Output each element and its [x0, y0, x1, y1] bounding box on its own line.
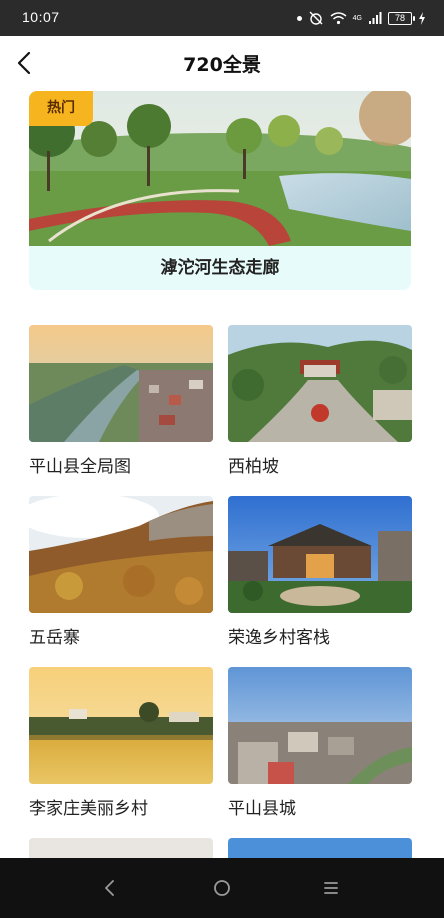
place-thumbnail [228, 325, 412, 442]
place-name: 五岳寨 [29, 628, 80, 648]
status-icons: 4G 78 [296, 9, 426, 27]
circle-home-icon [214, 880, 230, 896]
place-thumbnail [228, 667, 412, 784]
place-card[interactable]: 李家庄美丽乡村 [29, 667, 213, 819]
nav-back-button[interactable] [98, 876, 122, 900]
status-time: 10:07 [22, 9, 60, 25]
place-name: 平山县全局图 [29, 457, 131, 477]
place-thumbnail [29, 325, 213, 442]
place-card[interactable]: 五岳寨 [29, 496, 213, 648]
status-bar: 10:07 4G 78 [0, 0, 444, 36]
place-name: 西柏坡 [228, 457, 279, 477]
battery-icon: 78 [388, 11, 415, 25]
place-card-partial[interactable] [29, 838, 213, 858]
system-nav-bar [0, 858, 444, 918]
place-card[interactable]: 平山县全局图 [29, 325, 213, 477]
featured-caption: 滹沱河生态走廊 [29, 246, 411, 290]
place-thumbnail [29, 496, 213, 613]
triangle-back-icon [105, 880, 114, 896]
place-name: 李家庄美丽乡村 [29, 799, 148, 819]
network-type: 4G [352, 14, 362, 22]
place-name: 荣逸乡村客栈 [228, 628, 330, 648]
place-card[interactable]: 荣逸乡村客栈 [228, 496, 412, 648]
charging-icon [419, 11, 425, 25]
place-card[interactable]: 平山县城 [228, 667, 412, 819]
place-card[interactable]: 西柏坡 [228, 325, 412, 477]
place-thumbnail [29, 667, 213, 784]
menu-icon [324, 882, 338, 894]
alarm-off-icon [309, 11, 323, 25]
place-thumbnail [228, 496, 412, 613]
signal-icon [369, 12, 382, 24]
wifi-icon [330, 12, 347, 25]
page-title: 720全景 [183, 54, 261, 76]
hot-badge: 热门 [29, 91, 93, 126]
nav-home-button[interactable] [210, 876, 234, 900]
notification-dot-icon [296, 15, 302, 21]
place-name: 平山县城 [228, 799, 296, 819]
featured-card[interactable]: 热门 滹沱河生态走廊 [29, 91, 411, 290]
nav-menu-button[interactable] [319, 876, 343, 900]
place-card-partial[interactable] [228, 838, 412, 858]
app-header: 720全景 [0, 36, 444, 90]
